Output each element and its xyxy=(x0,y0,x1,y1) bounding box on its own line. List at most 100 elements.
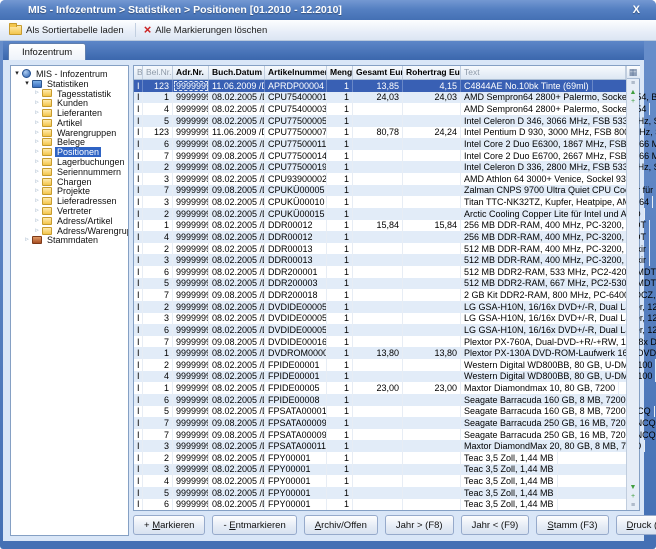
tree-collapsed-icon[interactable]: ▹ xyxy=(33,148,41,156)
tree-item-kunden[interactable]: ▹Kunden xyxy=(11,98,128,108)
scroll-plus-bottom-icon[interactable]: + xyxy=(631,492,635,501)
tree-item-adress-warengruppen[interactable]: ▹Adress/Warengruppen xyxy=(11,226,128,236)
scroll-up-icon[interactable]: ▲ xyxy=(630,88,637,97)
tree-collapsed-icon[interactable]: ▹ xyxy=(33,207,41,215)
column-header-belnr[interactable]: Bel.Nr. xyxy=(143,66,173,79)
tree-collapsed-icon[interactable]: ▹ xyxy=(33,129,41,137)
grid-row[interactable]: I59999999908.02.2005 /DiCPU775000051Inte… xyxy=(134,115,626,127)
tree-collapsed-icon[interactable]: ▹ xyxy=(33,119,41,127)
grid-row[interactable]: I29999999908.02.2005 /DiFPY000011Teac 3,… xyxy=(134,452,626,464)
grid-row[interactable]: I19999999908.02.2005 /DiDDR00012115,8415… xyxy=(134,220,626,232)
grid-row[interactable]: I69999999908.02.2005 /DiDVDIDE000051LG G… xyxy=(134,324,626,336)
grid-row[interactable]: I29999999908.02.2005 /DiCPUKÜ000151Arcti… xyxy=(134,208,626,220)
tree-item-lagerbuchungen[interactable]: ▹Lagerbuchungen xyxy=(11,157,128,167)
vertical-scrollbar[interactable]: ▦ ≡ ▲ + ▼ + ≡ xyxy=(626,66,639,510)
grid-row[interactable]: I69999999908.02.2005 /DiFPY000011Teac 3,… xyxy=(134,499,626,511)
tree-item-mis-infozentrum[interactable]: ▾MIS - Infozentrum xyxy=(11,69,128,79)
column-header-text[interactable]: Text xyxy=(461,66,626,79)
grid-row[interactable]: I29999999908.02.2005 /DiDDR000131512 MB … xyxy=(134,243,626,255)
grid-row[interactable]: I49999999908.02.2005 /DiDDR000121256 MB … xyxy=(134,231,626,243)
grid-row[interactable]: I59999999908.02.2005 /DiDDR2000031512 MB… xyxy=(134,278,626,290)
grid-row[interactable]: I79999999909.08.2005 /DiDDR20001812 GB K… xyxy=(134,289,626,301)
close-button[interactable]: X xyxy=(627,4,646,16)
grid-row[interactable]: I49999999908.02.2005 /DiCPU754000031AMD … xyxy=(134,103,626,115)
tree-item-stammdaten[interactable]: ▹Stammdaten xyxy=(11,236,128,246)
column-chooser-button[interactable]: ▦ xyxy=(627,66,640,79)
tree-item-lieferadressen[interactable]: ▹Lieferadressen xyxy=(11,196,128,206)
grid-row[interactable]: I79999999909.08.2005 /DiCPU775000141Inte… xyxy=(134,150,626,162)
grid-row[interactable]: I79999999909.08.2005 /DiCPUKÜ000051Zalma… xyxy=(134,185,626,197)
grid-row[interactable]: I79999999909.08.2005 /DiFPSATA000091Seag… xyxy=(134,429,626,441)
tab-infozentrum[interactable]: Infozentrum xyxy=(8,43,86,60)
grid-row[interactable]: I49999999908.02.2005 /DiFPY000011Teac 3,… xyxy=(134,475,626,487)
entmarkieren-button[interactable]: - Entmarkieren xyxy=(212,515,296,535)
tree-item-artikel[interactable]: ▹Artikel xyxy=(11,118,128,128)
grid-row[interactable]: I49999999908.02.2005 /DiFPIDE000011Weste… xyxy=(134,371,626,383)
archiv-offen-button[interactable]: Archiv/Offen xyxy=(304,515,378,535)
tree-item-tagesstatistik[interactable]: ▹Tagesstatistik xyxy=(11,89,128,99)
column-header-gesamt[interactable]: Gesamt Euro xyxy=(353,66,403,79)
markieren-button[interactable]: + Markieren xyxy=(133,515,205,535)
tree-collapsed-icon[interactable]: ▹ xyxy=(33,158,41,166)
cell-belnr: 6 xyxy=(143,138,173,150)
column-header-menge[interactable]: Menge xyxy=(327,66,353,79)
grid-row[interactable]: I29999999908.02.2005 /DiCPU775000191Inte… xyxy=(134,161,626,173)
tree-collapsed-icon[interactable]: ▹ xyxy=(33,89,41,97)
tree-item-statistiken[interactable]: ▾Statistiken xyxy=(11,79,128,89)
column-header-adrnr[interactable]: Adr.Nr. xyxy=(173,66,209,79)
grid-row[interactable]: I39999999908.02.2005 /DiDDR000131512 MB … xyxy=(134,254,626,266)
grid-row[interactable]: I69999999908.02.2005 /DiCPU775000111Inte… xyxy=(134,138,626,150)
jahr-f9-button[interactable]: Jahr < (F9) xyxy=(461,515,530,535)
grid-row[interactable]: I39999999908.02.2005 /DiDVDIDE000051LG G… xyxy=(134,313,626,325)
tree-item-warengruppen[interactable]: ▹Warengruppen xyxy=(11,128,128,138)
grid-row[interactable]: I39999999908.02.2005 /DiFPY000011Teac 3,… xyxy=(134,464,626,476)
column-header-artikel[interactable]: Artikelnummer xyxy=(265,66,327,79)
grid-row[interactable]: I59999999908.02.2005 /DiFPSATA000011Seag… xyxy=(134,406,626,418)
tree-collapsed-icon[interactable]: ▹ xyxy=(33,227,41,235)
grid-row[interactable]: I19999999908.02.2005 /DiCPU75400001124,0… xyxy=(134,92,626,104)
tree-item-lieferanten[interactable]: ▹Lieferanten xyxy=(11,108,128,118)
tree-collapsed-icon[interactable]: ▹ xyxy=(33,168,41,176)
clear-all-marks-button[interactable]: × Alle Markierungen löschen xyxy=(141,24,274,37)
jahr-f8-button[interactable]: Jahr > (F8) xyxy=(385,515,454,535)
grid-row[interactable]: I123999999911.06.2009 /DoAPRDP00004113,8… xyxy=(134,80,626,92)
tree-item-projekte[interactable]: ▹Projekte xyxy=(11,187,128,197)
tree-collapsed-icon[interactable]: ▹ xyxy=(33,197,41,205)
tree-item-chargen[interactable]: ▹Chargen xyxy=(11,177,128,187)
grid-row[interactable]: I29999999908.02.2005 /DiFPIDE000011Weste… xyxy=(134,359,626,371)
grid-row[interactable]: I69999999908.02.2005 /DiFPIDE000081Seaga… xyxy=(134,394,626,406)
grid-row[interactable]: I79999999909.08.2005 /DiFPSATA000091Seag… xyxy=(134,417,626,429)
tree-collapsed-icon[interactable]: ▹ xyxy=(33,109,41,117)
grid-row[interactable]: I39999999908.02.2005 /DiCPU939000021AMD … xyxy=(134,173,626,185)
tree-collapsed-icon[interactable]: ▹ xyxy=(33,99,41,107)
tree-collapsed-icon[interactable]: ▹ xyxy=(33,217,41,225)
tree-collapsed-icon[interactable]: ▹ xyxy=(33,178,41,186)
column-header-rohertrag[interactable]: Rohertrag Euro xyxy=(403,66,461,79)
scroll-plus-top-icon[interactable]: + xyxy=(631,97,635,106)
grid-row[interactable]: I19999999908.02.2005 /DiDVDROM00001113,8… xyxy=(134,347,626,359)
grid-row[interactable]: I59999999908.02.2005 /DiFPY000011Teac 3,… xyxy=(134,487,626,499)
grid-row[interactable]: I19999999908.02.2005 /DiFPIDE00005123,00… xyxy=(134,382,626,394)
tree-item-seriennummern[interactable]: ▹Seriennummern xyxy=(11,167,128,177)
druck-f4-button[interactable]: Druck (F4) xyxy=(616,515,656,535)
grid-row[interactable]: I1239999999911.06.2009 /DoCPU77500007180… xyxy=(134,127,626,139)
tree-collapsed-icon[interactable]: ▹ xyxy=(23,236,31,244)
tree-collapsed-icon[interactable]: ▹ xyxy=(33,187,41,195)
tree-item-belege[interactable]: ▹Belege xyxy=(11,138,128,148)
tree-expanded-icon[interactable]: ▾ xyxy=(13,70,21,78)
tree-item-adress-artikel[interactable]: ▹Adress/Artikel xyxy=(11,216,128,226)
tree-item-vertreter[interactable]: ▹Vertreter xyxy=(11,206,128,216)
stamm-f3-button[interactable]: Stamm (F3) xyxy=(536,515,608,535)
column-header-b[interactable]: B xyxy=(134,66,143,79)
grid-row[interactable]: I39999999908.02.2005 /DiCPUKÜ000101Titan… xyxy=(134,196,626,208)
grid-row[interactable]: I29999999908.02.2005 /DiDVDIDE000051LG G… xyxy=(134,301,626,313)
grid-row[interactable]: I69999999908.02.2005 /DiDDR2000011512 MB… xyxy=(134,266,626,278)
grid-row[interactable]: I39999999908.02.2005 /DiFPSATA000111Maxt… xyxy=(134,440,626,452)
load-as-sort-table-button[interactable]: Als Sortiertabelle laden xyxy=(6,24,130,37)
tree-expanded-icon[interactable]: ▾ xyxy=(23,80,31,88)
grid-row[interactable]: I79999999909.08.2005 /DiDVDIDE000161Plex… xyxy=(134,336,626,348)
column-header-datum[interactable]: Buch.Datum xyxy=(209,66,265,79)
tree-item-positionen[interactable]: ▹Positionen xyxy=(11,147,128,157)
tree-collapsed-icon[interactable]: ▹ xyxy=(33,138,41,146)
scroll-down-icon[interactable]: ▼ xyxy=(630,483,637,492)
